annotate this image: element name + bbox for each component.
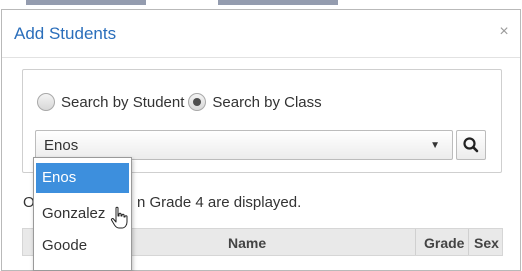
info-text: n Grade 4 are displayed.: [137, 194, 302, 211]
class-select[interactable]: Enos ▼: [35, 130, 453, 160]
column-divider: [415, 229, 416, 255]
dialog-header: Add Students ×: [2, 10, 520, 58]
radio-label-search-by-student[interactable]: Search by Student: [61, 94, 184, 111]
background-text-fragment: [218, 0, 338, 5]
radio-search-by-student[interactable]: [37, 93, 55, 111]
search-icon: [463, 137, 479, 153]
column-header-sex[interactable]: Sex: [474, 235, 499, 251]
hand-pointer-icon: [110, 206, 128, 229]
radio-search-by-class[interactable]: [188, 93, 207, 111]
search-mode-radio-group: Search by Student Search by Class: [37, 91, 326, 113]
column-divider: [468, 229, 469, 255]
dialog-title: Add Students: [14, 24, 117, 43]
class-select-value: Enos: [44, 137, 79, 154]
chevron-down-icon: ▼: [430, 140, 440, 151]
search-button[interactable]: [456, 130, 486, 160]
background-text-fragment: [26, 0, 146, 5]
dropdown-option-goode[interactable]: Goode: [36, 231, 129, 261]
column-header-name[interactable]: Name: [228, 235, 266, 251]
column-header-grade[interactable]: Grade: [424, 235, 464, 251]
close-icon[interactable]: ×: [496, 24, 512, 40]
radio-label-search-by-class[interactable]: Search by Class: [212, 94, 321, 111]
dropdown-option-enos[interactable]: Enos: [36, 163, 129, 193]
